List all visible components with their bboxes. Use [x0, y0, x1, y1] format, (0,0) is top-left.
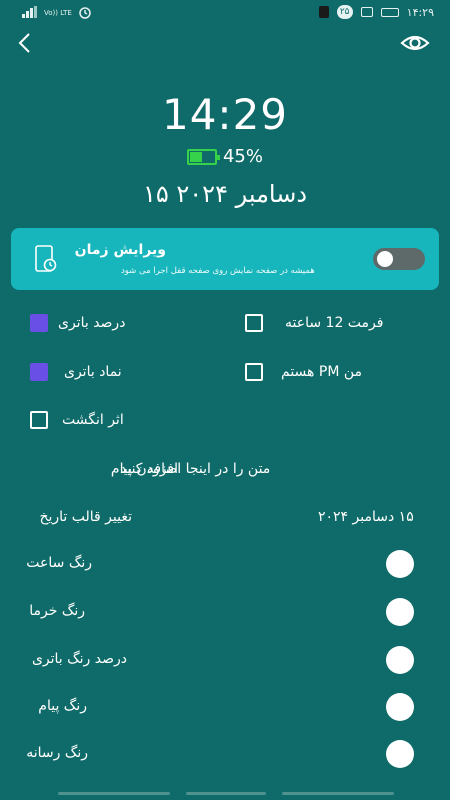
- battery-percent-color-swatch[interactable]: [386, 646, 414, 674]
- gallery-icon: [360, 7, 373, 17]
- edit-time-card[interactable]: ویرایش زمان همیشه در صفحه نمایش روی صفحه…: [11, 228, 439, 290]
- i-am-pm-label: من PM هستم: [281, 364, 363, 380]
- app-notification-icon: [318, 6, 329, 18]
- fingerprint-checkbox[interactable]: [30, 411, 48, 429]
- battery-icon-checkbox[interactable]: [30, 363, 48, 381]
- battery-row: 45%: [0, 146, 450, 167]
- clock-date: ۱۵ دسامبر ۲۰۲۴: [142, 180, 308, 208]
- battery-percent-color-label: درصد رنگ باتری: [31, 651, 127, 667]
- always-on-toggle[interactable]: [373, 248, 425, 270]
- toggle-knob: [377, 251, 393, 267]
- battery-percent-option[interactable]: درصد باتری: [30, 314, 125, 332]
- media-color-swatch[interactable]: [386, 740, 414, 768]
- edit-time-title: ویرایش زمان: [74, 242, 166, 258]
- message-color-label: رنگ پیام: [38, 698, 87, 714]
- nav-handle-left: [58, 792, 170, 795]
- format-12h-option[interactable]: فرمت 12 ساعته: [245, 314, 383, 332]
- date-format-value[interactable]: ۱۵ دسامبر ۲۰۲۴: [318, 509, 414, 525]
- clock-color-swatch[interactable]: [386, 550, 414, 578]
- media-color-label: رنگ رسانه: [26, 745, 88, 761]
- message-input[interactable]: متن را در اینجا اضافه کنید: [120, 461, 270, 477]
- signal-icon: [22, 6, 38, 21]
- battery-percent: 45%: [222, 146, 263, 167]
- back-button[interactable]: [12, 30, 38, 56]
- date-format-label: تغییر قالب تاریخ: [39, 509, 132, 525]
- alarm-icon: [78, 5, 92, 22]
- battery-fill: [189, 151, 202, 162]
- status-time: ۱۴:۲۹: [406, 5, 434, 19]
- i-am-pm-checkbox[interactable]: [245, 363, 263, 381]
- message-color-swatch[interactable]: [386, 693, 414, 721]
- phone-clock-icon: [35, 245, 57, 273]
- battery-icon-option[interactable]: نماد باتری: [30, 363, 122, 381]
- battery-icon-label: نماد باتری: [64, 364, 122, 380]
- status-left: Vo)) LTE: [22, 5, 92, 22]
- notification-count-badge: ۲۵: [336, 5, 353, 19]
- clock-color-label: رنگ ساعت: [26, 555, 92, 571]
- status-bar: Vo)) LTE ۲۵ ۱۴:۲۹: [0, 0, 450, 24]
- battery-percent-checkbox[interactable]: [30, 314, 48, 332]
- status-right: ۲۵ ۱۴:۲۹: [318, 5, 434, 19]
- clock-time: 14:29: [161, 90, 289, 139]
- format-12h-label: فرمت 12 ساعته: [285, 315, 384, 331]
- battery-icon: [186, 148, 220, 165]
- i-am-pm-option[interactable]: من PM هستم: [245, 363, 362, 381]
- date-color-label: رنگ خرما: [29, 603, 85, 619]
- network-indicator: Vo)) LTE: [44, 9, 72, 17]
- preview-button[interactable]: [400, 30, 430, 56]
- fingerprint-label: اثر انگشت: [62, 412, 124, 428]
- battery-percent-label: درصد باتری: [58, 315, 126, 331]
- back-arrow-icon: [18, 33, 30, 53]
- date-color-swatch[interactable]: [386, 598, 414, 626]
- nav-handle-right: [282, 792, 394, 795]
- fingerprint-option[interactable]: اثر انگشت: [30, 411, 124, 429]
- status-battery-icon: [380, 7, 399, 17]
- edit-time-subtitle: همیشه در صفحه نمایش روی صفحه قفل اجرا می…: [121, 266, 315, 276]
- eye-icon: [400, 35, 430, 51]
- format-12h-checkbox[interactable]: [245, 314, 263, 332]
- nav-handle-center: [186, 792, 266, 795]
